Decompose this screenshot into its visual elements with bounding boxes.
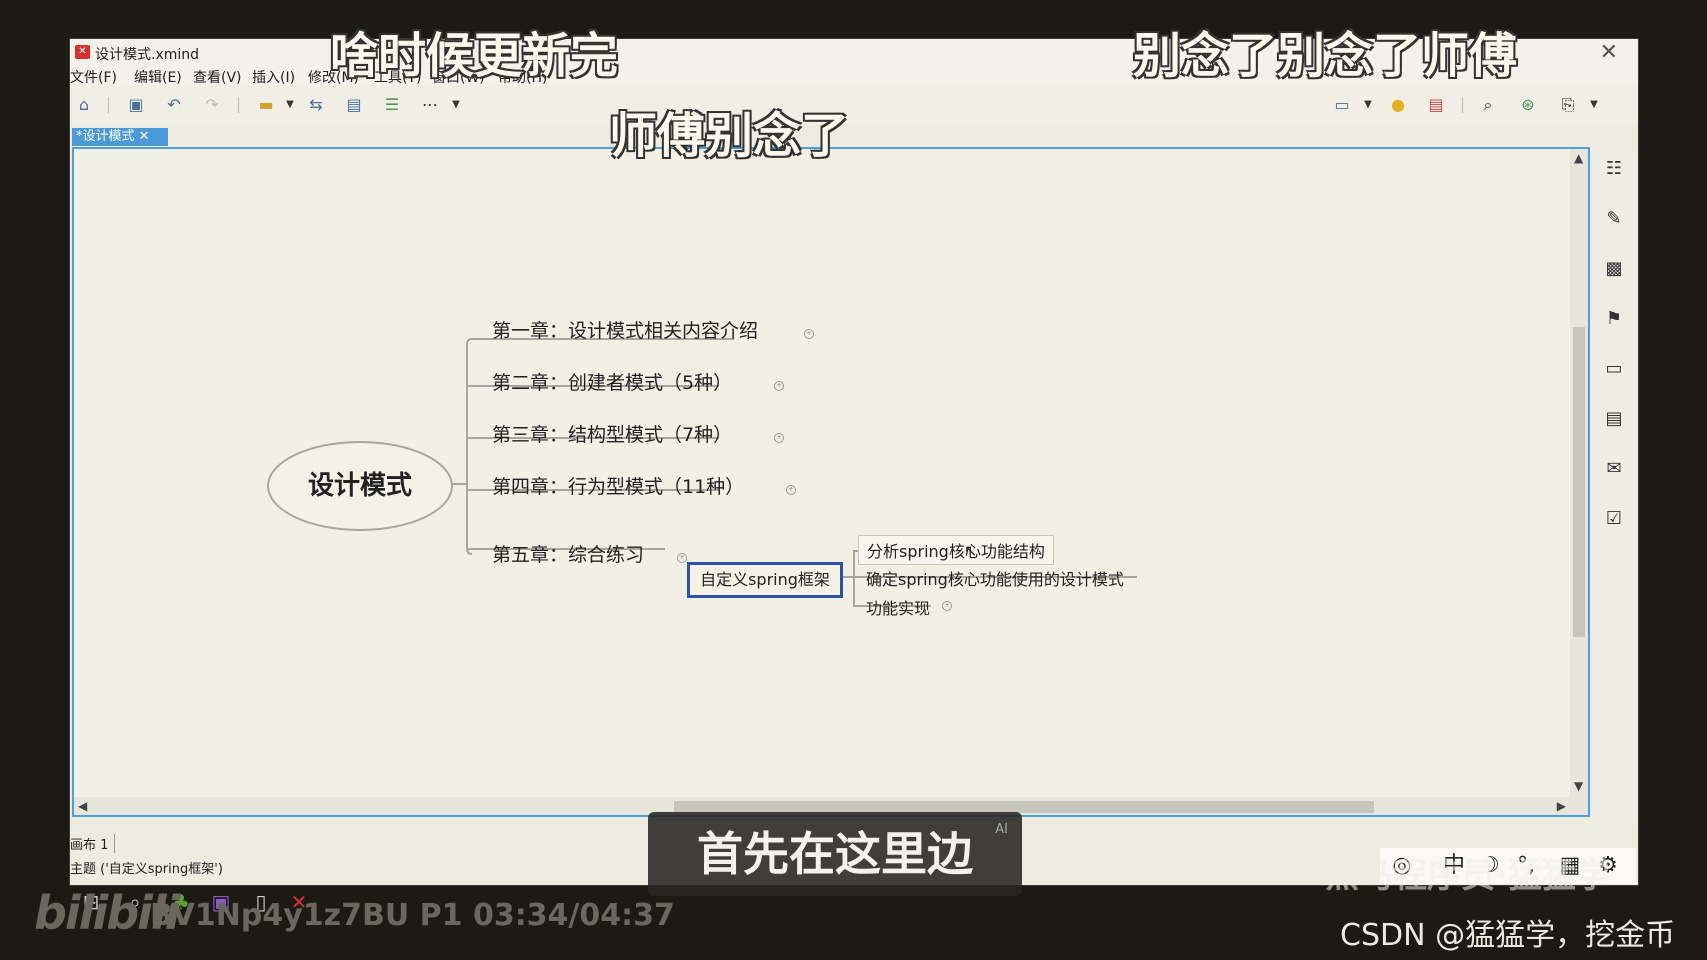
subtitle-text: 首先在这里边 — [697, 827, 973, 881]
relationship-icon[interactable]: ⇆ — [306, 95, 326, 115]
chevron-down-icon[interactable]: ▼ — [446, 95, 466, 115]
scroll-down-icon[interactable]: ▼ — [1574, 779, 1583, 793]
mouse-cursor-icon: ↖ — [964, 541, 978, 560]
share-icon[interactable]: ⊛ — [1518, 95, 1538, 115]
danmaku-comment: 别念了别念了师傅 — [1133, 28, 1518, 84]
chapter-4-topic[interactable]: 第四章：行为型模式（11种） — [492, 472, 744, 499]
collapse-icon[interactable]: + — [942, 601, 952, 611]
selected-topic[interactable]: 自定义spring框架 — [687, 562, 843, 598]
home-icon[interactable]: ⌂ — [74, 95, 94, 115]
toolbar-separator — [1462, 97, 1463, 113]
root-topic-label: 设计模式 — [307, 471, 412, 501]
document-tab-bar: *设计模式 ✕ — [70, 125, 1638, 147]
marker-flag-icon[interactable]: ⚑ — [1602, 307, 1626, 331]
menu-file[interactable]: 文件(F) — [70, 67, 117, 87]
root-topic[interactable]: 设计模式 — [267, 441, 453, 531]
subtopic-analyze[interactable]: 分析spring核心功能结构 — [858, 535, 1054, 565]
collapse-icon[interactable]: + — [786, 485, 796, 495]
boundary-icon[interactable]: ▤ — [344, 95, 364, 115]
menu-view[interactable]: 查看(V) — [193, 67, 242, 87]
toolbar-separator — [238, 97, 239, 113]
gantt-icon[interactable]: ▤ — [1426, 95, 1446, 115]
task-icon[interactable]: ☑ — [1602, 507, 1626, 531]
toolbar-separator — [108, 97, 109, 113]
faded-watermark: 黑马程序员·猛猛学 — [1325, 856, 1610, 896]
vertical-scroll-thumb[interactable] — [1573, 327, 1585, 637]
topic-status: 主题 ('自定义spring框架') — [70, 862, 223, 877]
comment-icon[interactable]: ✉ — [1602, 457, 1626, 481]
export-icon[interactable]: ⎘ — [1558, 95, 1578, 115]
window-title: 设计模式.xmind — [95, 47, 200, 63]
presentation-icon[interactable]: ▭ — [1332, 95, 1352, 115]
label-icon[interactable]: ▭ — [1602, 357, 1626, 381]
format-brush-icon[interactable]: ✎ — [1602, 207, 1626, 231]
ai-tag: AI — [995, 822, 1008, 837]
save-icon[interactable]: ▣ — [126, 95, 146, 115]
notes-icon[interactable]: ▤ — [1602, 407, 1626, 431]
search-icon[interactable]: ⌕ — [1478, 95, 1498, 115]
menu-edit[interactable]: 编辑(E) — [134, 67, 182, 87]
collapse-icon[interactable]: + — [677, 553, 687, 563]
video-info: BV1Np4y1z7BU P1 03:34/04:37 — [150, 898, 675, 933]
redo-icon[interactable]: ↷ — [202, 95, 222, 115]
collapse-icon[interactable]: + — [774, 381, 784, 391]
collapse-icon[interactable]: + — [804, 329, 814, 339]
more-icon[interactable]: ⋯ — [420, 95, 440, 115]
toolbar: ⌂ ▣ ↶ ↷ ▬ ▼ ⇆ ▤ ☰ ⋯ ▼ ▭ ▼ ● ▤ ⌕ ⊛ ⎘ ▼ — [70, 85, 1638, 126]
image-icon[interactable]: ▩ — [1602, 257, 1626, 281]
vertical-scrollbar[interactable]: ▲ ▼ — [1570, 149, 1588, 815]
summary-icon[interactable]: ☰ — [382, 95, 402, 115]
danmaku-comment: 师傅别念了 — [609, 108, 850, 164]
chapter-1-topic[interactable]: 第一章：设计模式相关内容介绍 — [492, 316, 758, 343]
chapter-2-topic[interactable]: 第二章：创建者模式（5种） — [492, 368, 732, 395]
xmind-icon: ✕ — [75, 45, 90, 59]
xmind-window: ✕ 设计模式.xmind ✕ 文件(F) 编辑(E) 查看(V) 插入(I) 修… — [69, 38, 1639, 886]
subtitle-panel: 首先在这里边 AI — [648, 812, 1022, 896]
scroll-up-icon[interactable]: ▲ — [1574, 151, 1583, 165]
chapter-3-topic[interactable]: 第三章：结构型模式（7种） — [492, 420, 732, 447]
scroll-left-icon[interactable]: ◀ — [78, 799, 87, 813]
csdn-watermark: CSDN @猛猛学，挖金币 — [1340, 918, 1676, 953]
chevron-down-icon[interactable]: ▼ — [1358, 95, 1378, 115]
outline-icon[interactable]: ☷ — [1602, 157, 1626, 181]
danmaku-comment: 啥时候更新完 — [330, 28, 619, 84]
tab-design-patterns[interactable]: *设计模式 ✕ — [72, 128, 168, 146]
close-icon[interactable]: ✕ — [1600, 40, 1618, 65]
undo-icon[interactable]: ↶ — [164, 95, 184, 115]
collapse-icon[interactable]: + — [774, 433, 784, 443]
chevron-down-icon[interactable]: ▼ — [280, 95, 300, 115]
chapter-5-topic[interactable]: 第五章：综合练习 — [492, 540, 644, 567]
lightbulb-icon[interactable]: ● — [1388, 95, 1408, 115]
subtopic-patterns[interactable]: 确定spring核心功能使用的设计模式 — [858, 564, 1132, 592]
chevron-down-icon[interactable]: ▼ — [1584, 95, 1604, 115]
menu-insert[interactable]: 插入(I) — [252, 67, 295, 87]
topic-icon[interactable]: ▬ — [256, 95, 276, 115]
side-panel: ☷ ✎ ▩ ⚑ ▭ ▤ ✉ ☑ — [1590, 147, 1638, 847]
subtopic-implementation[interactable]: 功能实现 — [858, 593, 938, 621]
scroll-right-icon[interactable]: ▶ — [1557, 799, 1566, 813]
sheet-tab[interactable]: 画布 1 — [70, 834, 116, 853]
mindmap-canvas[interactable]: 设计模式 第一章：设计模式相关内容介绍 + 第二章：创建者模式（5种） + 第三… — [72, 147, 1590, 817]
